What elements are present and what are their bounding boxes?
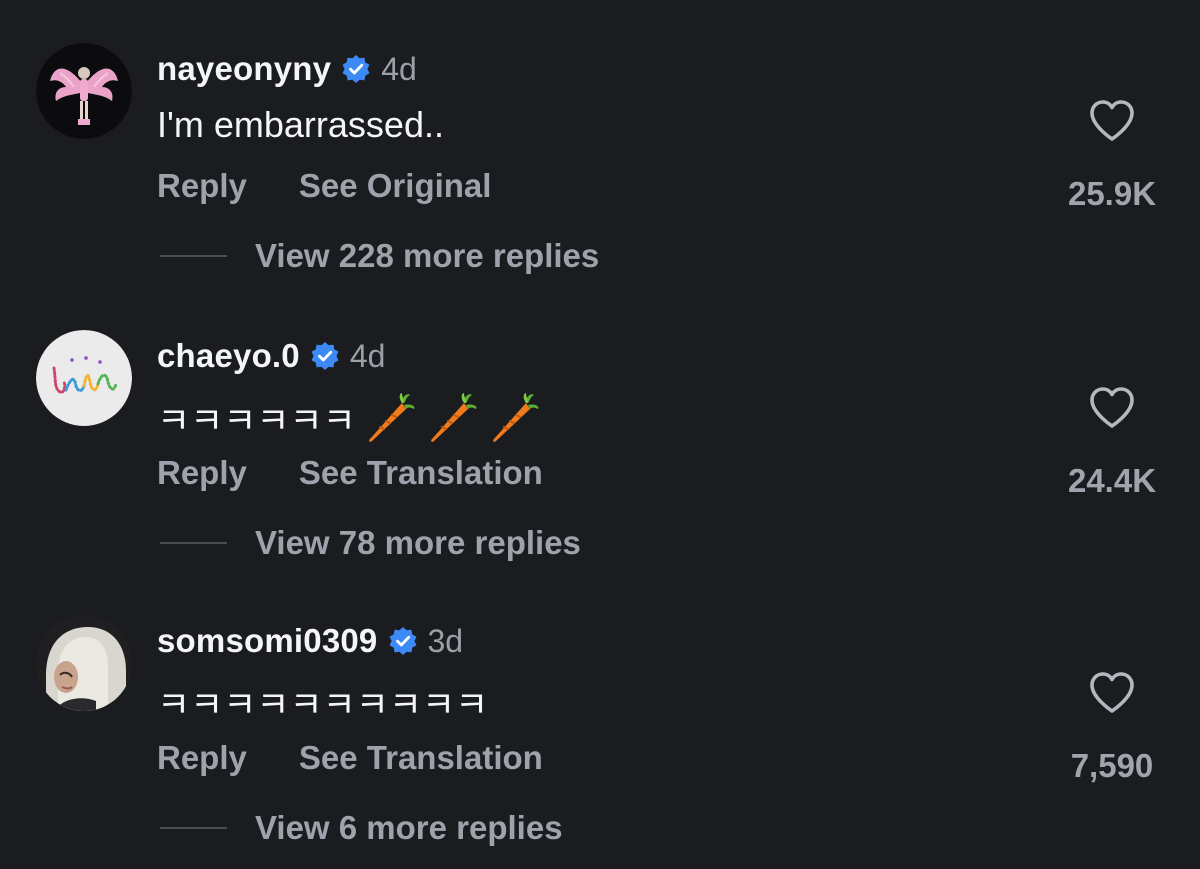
timestamp: 4d: [381, 50, 417, 87]
like-count: 25.9K: [1067, 175, 1157, 212]
comment-header: somsomi0309 3d: [157, 620, 463, 662]
verified-badge-icon: [341, 54, 371, 84]
comment-item: chaeyo.0 4d ㅋㅋㅋㅋㅋㅋ Reply See Translation…: [0, 287, 1200, 567]
heart-outline-icon[interactable]: [1087, 383, 1137, 438]
comment-actions: Reply See Translation: [157, 739, 543, 777]
verified-badge-icon: [388, 626, 418, 656]
comment-text-content: ㅋㅋㅋㅋㅋㅋ: [157, 400, 356, 441]
timestamp: 4d: [349, 337, 386, 374]
reply-button[interactable]: Reply: [157, 454, 247, 492]
comment-text: ㅋㅋㅋㅋㅋㅋ: [157, 391, 540, 445]
username[interactable]: chaeyo.0: [157, 337, 300, 375]
comment-header: nayeonyny 4d: [157, 48, 417, 90]
see-translation-button[interactable]: See Translation: [299, 454, 543, 492]
avatar[interactable]: [36, 43, 132, 139]
carrot-icon: [368, 393, 415, 442]
like-count: 24.4K: [1067, 462, 1157, 499]
view-replies-label: View 78 more replies: [255, 524, 581, 561]
view-replies-button[interactable]: View 228 more replies: [160, 237, 599, 275]
verified-badge-icon: [310, 341, 340, 371]
like-control: 25.9K: [1057, 96, 1167, 213]
emoji-group: [362, 391, 540, 445]
replies-divider-line: [160, 827, 227, 829]
comment-text: ㅋㅋㅋㅋㅋㅋㅋㅋㅋㅋ: [157, 676, 488, 728]
avatar[interactable]: [36, 330, 132, 426]
comment-actions: Reply See Original: [157, 167, 491, 205]
reply-button[interactable]: Reply: [157, 739, 247, 777]
replies-divider-line: [160, 255, 227, 257]
username[interactable]: nayeonyny: [157, 50, 331, 88]
comment-actions: Reply See Translation: [157, 454, 543, 492]
see-translation-button[interactable]: See Translation: [299, 739, 543, 777]
timestamp: 3d: [427, 622, 464, 659]
comment-text-content: I'm embarrassed..: [157, 104, 444, 145]
beaded-lettering-avatar-image: [36, 330, 132, 426]
see-original-button[interactable]: See Original: [299, 167, 492, 205]
comment-header: chaeyo.0 4d: [157, 335, 385, 377]
heart-outline-icon[interactable]: [1087, 96, 1137, 151]
view-replies-button[interactable]: View 6 more replies: [160, 809, 563, 847]
comment-item: nayeonyny 4d I'm embarrassed.. Reply See…: [0, 0, 1200, 280]
heart-outline-icon[interactable]: [1087, 668, 1137, 723]
blonde-hair-avatar-image: [36, 615, 132, 711]
view-replies-button[interactable]: View 78 more replies: [160, 524, 581, 562]
pink-wings-avatar-image: [36, 43, 132, 139]
reply-button[interactable]: Reply: [157, 167, 247, 205]
replies-divider-line: [160, 542, 227, 544]
username[interactable]: somsomi0309: [157, 622, 378, 660]
view-replies-label: View 228 more replies: [255, 237, 600, 274]
avatar[interactable]: [36, 615, 132, 711]
like-control: 24.4K: [1057, 383, 1167, 500]
comment-item: somsomi0309 3d ㅋㅋㅋㅋㅋㅋㅋㅋㅋㅋ Reply See Tran…: [0, 572, 1200, 852]
carrot-icon: [492, 393, 539, 442]
view-replies-label: View 6 more replies: [255, 809, 563, 846]
comment-text-content: ㅋㅋㅋㅋㅋㅋㅋㅋㅋㅋ: [157, 684, 489, 725]
comment-text: I'm embarrassed..: [157, 104, 444, 146]
like-control: 7,590: [1057, 668, 1167, 785]
carrot-icon: [430, 393, 477, 442]
like-count: 7,590: [1070, 747, 1154, 784]
